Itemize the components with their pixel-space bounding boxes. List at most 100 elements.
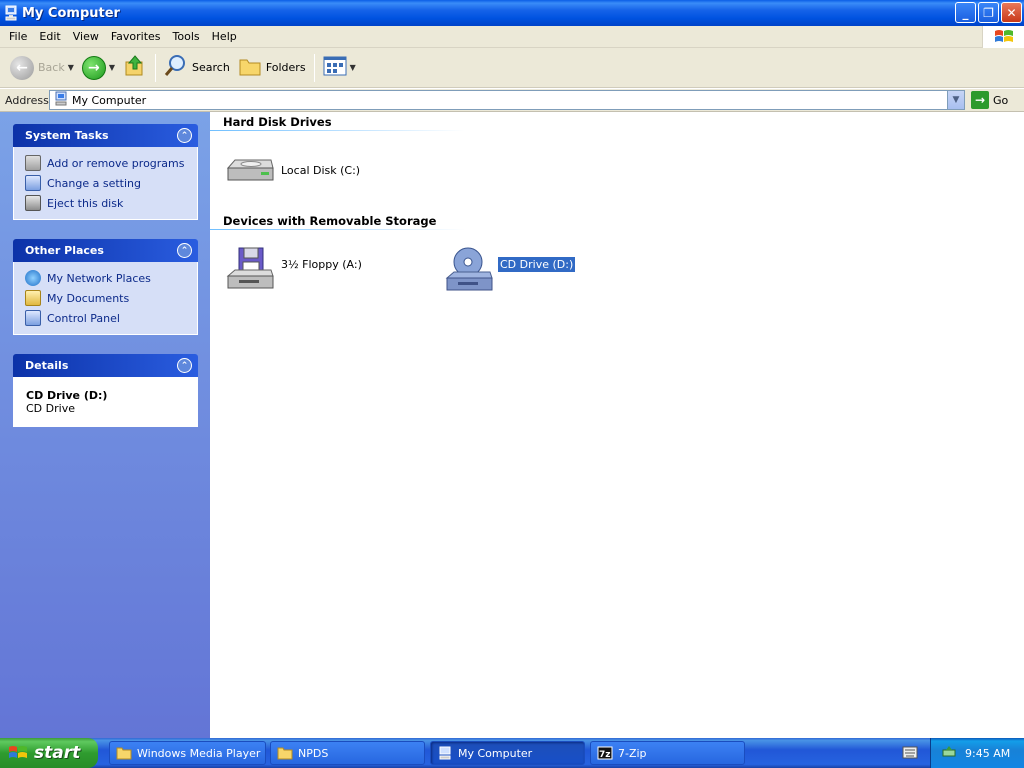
views-dropdown-icon[interactable]: ▼ bbox=[350, 63, 356, 72]
add-remove-programs-icon bbox=[25, 155, 41, 171]
search-icon bbox=[164, 54, 188, 81]
task-label: Eject this disk bbox=[47, 196, 124, 210]
my-documents-icon bbox=[25, 290, 41, 306]
place-label: My Documents bbox=[47, 291, 130, 305]
details-panel: Details ⌃ CD Drive (D:) CD Drive bbox=[13, 354, 198, 427]
menu-bar: File Edit View Favorites Tools Help bbox=[0, 26, 1024, 48]
place-label: Control Panel bbox=[47, 311, 120, 325]
views-button[interactable]: ▼ bbox=[319, 51, 360, 85]
go-button[interactable]: → Go bbox=[971, 91, 1008, 109]
my-computer-icon bbox=[4, 5, 18, 21]
address-dropdown-icon[interactable]: ▼ bbox=[947, 91, 964, 109]
taskbar: start Windows Media Player NPDS My Compu… bbox=[0, 738, 1024, 768]
details-title: Details bbox=[25, 359, 69, 372]
address-input[interactable]: My Computer ▼ bbox=[49, 90, 965, 110]
taskbar-item-npds[interactable]: NPDS bbox=[270, 741, 425, 765]
start-button[interactable]: start bbox=[0, 738, 98, 768]
group-hard-disk-drives: Hard Disk Drives bbox=[223, 115, 332, 129]
address-value: My Computer bbox=[72, 93, 147, 107]
other-places-title: Other Places bbox=[25, 244, 104, 257]
folders-icon bbox=[238, 55, 262, 80]
menu-help[interactable]: Help bbox=[206, 26, 243, 48]
drive-label: Local Disk (C:) bbox=[281, 163, 361, 177]
details-item-type: CD Drive bbox=[26, 402, 75, 415]
hard-disk-icon bbox=[225, 152, 275, 188]
folders-label: Folders bbox=[265, 61, 306, 74]
task-label: Change a setting bbox=[47, 176, 141, 190]
taskbar-item-label: Windows Media Player bbox=[137, 746, 261, 760]
system-tray: 9:45 AM bbox=[930, 738, 1024, 768]
go-label: Go bbox=[993, 93, 1009, 107]
group-divider bbox=[210, 130, 465, 131]
taskbar-item-windows-media-player[interactable]: Windows Media Player bbox=[109, 741, 266, 765]
menu-file[interactable]: File bbox=[0, 26, 33, 48]
menu-edit[interactable]: Edit bbox=[33, 26, 66, 48]
search-button[interactable]: Search bbox=[160, 51, 234, 85]
collapse-icon[interactable]: ⌃ bbox=[177, 128, 192, 143]
taskbar-item-label: 7-Zip bbox=[618, 746, 647, 760]
system-tasks-title: System Tasks bbox=[25, 129, 109, 142]
keyboard-icon[interactable] bbox=[902, 746, 918, 759]
forward-button[interactable]: → ▼ bbox=[78, 51, 119, 85]
forward-dropdown-icon[interactable]: ▼ bbox=[109, 63, 115, 72]
menu-tools[interactable]: Tools bbox=[167, 26, 206, 48]
menu-view[interactable]: View bbox=[67, 26, 105, 48]
task-label: Add or remove programs bbox=[47, 156, 185, 170]
collapse-icon[interactable]: ⌃ bbox=[177, 358, 192, 373]
task-change-setting[interactable]: Change a setting bbox=[25, 173, 197, 193]
group-removable-storage: Devices with Removable Storage bbox=[223, 214, 437, 228]
my-computer-icon bbox=[54, 91, 68, 109]
floppy-drive-icon bbox=[225, 246, 275, 289]
toolbar: ← Back ▼ → ▼ Search Folders ▼ bbox=[0, 48, 1024, 88]
up-folder-icon bbox=[123, 54, 147, 81]
main-content: Hard Disk Drives Local Disk (C:) Devices… bbox=[210, 112, 1024, 738]
taskbar-item-label: NPDS bbox=[298, 746, 329, 760]
system-tasks-header[interactable]: System Tasks ⌃ bbox=[13, 124, 198, 147]
back-label: Back bbox=[38, 61, 65, 74]
other-places-panel: Other Places ⌃ My Network Places My Docu… bbox=[13, 239, 198, 335]
task-pane: System Tasks ⌃ Add or remove programs Ch… bbox=[0, 112, 210, 738]
group-divider bbox=[210, 229, 465, 230]
folders-button[interactable]: Folders bbox=[234, 51, 310, 85]
place-my-documents[interactable]: My Documents bbox=[25, 288, 197, 308]
toolbar-separator bbox=[313, 53, 315, 82]
eject-icon bbox=[25, 195, 41, 211]
network-places-icon bbox=[25, 270, 41, 286]
place-my-network-places[interactable]: My Network Places bbox=[25, 268, 197, 288]
7zip-icon: 7z bbox=[597, 746, 613, 760]
taskbar-item-my-computer[interactable]: My Computer bbox=[430, 741, 585, 765]
other-places-header[interactable]: Other Places ⌃ bbox=[13, 239, 198, 262]
start-label: start bbox=[34, 743, 81, 763]
taskbar-item-7zip[interactable]: 7z 7-Zip bbox=[590, 741, 745, 765]
drive-cd-d[interactable]: CD Drive (D:) bbox=[444, 246, 577, 291]
minimize-button[interactable]: _ bbox=[955, 2, 976, 23]
place-label: My Network Places bbox=[47, 271, 151, 285]
forward-arrow-icon: → bbox=[81, 55, 106, 80]
title-bar[interactable]: My Computer _ ❐ ✕ bbox=[0, 0, 1024, 26]
clock[interactable]: 9:45 AM bbox=[965, 747, 1010, 760]
drive-local-disk-c[interactable]: Local Disk (C:) bbox=[225, 152, 362, 188]
my-computer-icon bbox=[437, 746, 453, 760]
drive-floppy-a[interactable]: 3½ Floppy (A:) bbox=[225, 246, 364, 289]
drive-label: CD Drive (D:) bbox=[496, 255, 577, 273]
close-button[interactable]: ✕ bbox=[1001, 2, 1022, 23]
place-control-panel[interactable]: Control Panel bbox=[25, 308, 197, 328]
address-label: Address bbox=[5, 93, 49, 107]
search-label: Search bbox=[192, 61, 230, 74]
safely-remove-hardware-icon[interactable] bbox=[941, 744, 957, 763]
back-button[interactable]: ← Back ▼ bbox=[6, 51, 78, 85]
collapse-icon[interactable]: ⌃ bbox=[177, 243, 192, 258]
task-eject-disk[interactable]: Eject this disk bbox=[25, 193, 197, 213]
back-dropdown-icon[interactable]: ▼ bbox=[68, 63, 74, 72]
folder-icon bbox=[116, 746, 132, 760]
window-title: My Computer bbox=[22, 5, 120, 21]
up-folder-button[interactable] bbox=[119, 51, 151, 85]
control-panel-icon bbox=[25, 175, 41, 191]
menu-favorites[interactable]: Favorites bbox=[105, 26, 167, 48]
details-header[interactable]: Details ⌃ bbox=[13, 354, 198, 377]
control-panel-icon bbox=[25, 310, 41, 326]
drive-label: 3½ Floppy (A:) bbox=[281, 257, 362, 271]
maximize-button[interactable]: ❐ bbox=[978, 2, 999, 23]
task-add-remove-programs[interactable]: Add or remove programs bbox=[25, 153, 197, 173]
details-item-name: CD Drive (D:) bbox=[26, 389, 108, 402]
